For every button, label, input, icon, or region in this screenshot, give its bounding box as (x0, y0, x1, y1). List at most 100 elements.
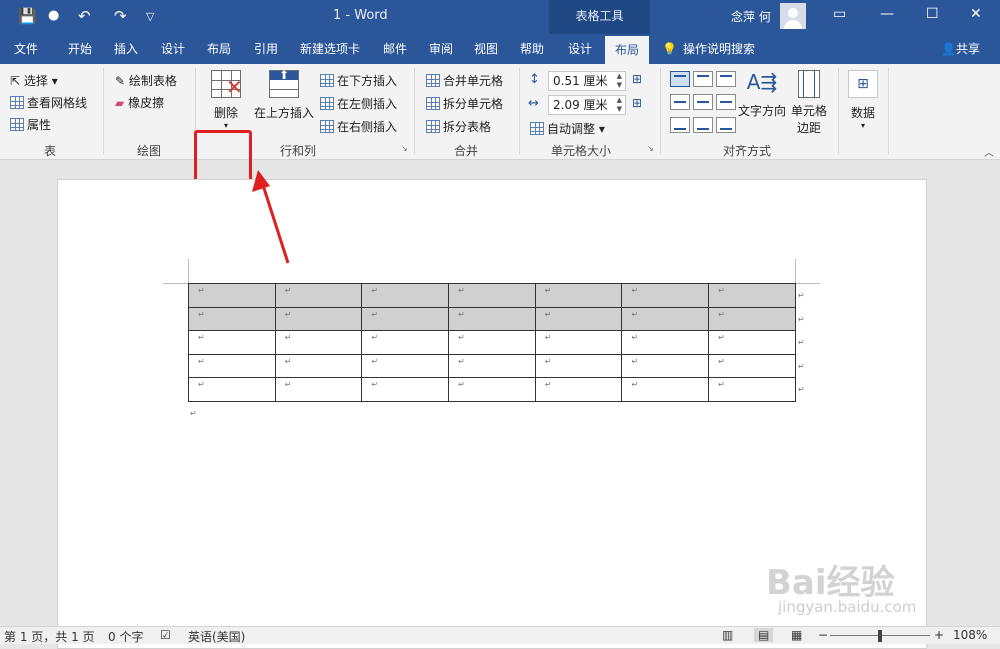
spinner-arrows-icon[interactable]: ▲ ▼ (617, 96, 622, 114)
tab-mailings[interactable]: 邮件 (374, 34, 416, 64)
align-middle-left-button[interactable] (670, 94, 690, 110)
row-height-input[interactable]: 0.51 厘米 ▲ ▼ (548, 71, 626, 91)
close-icon[interactable]: ✕ (970, 6, 982, 22)
table-cell[interactable]: ↵ (188, 377, 276, 402)
avatar[interactable] (780, 3, 806, 29)
table-cell[interactable]: ↵ (361, 377, 450, 402)
table-cell[interactable]: ↵ (534, 306, 623, 332)
web-layout-icon[interactable]: ▦ (791, 628, 802, 642)
table-cell[interactable]: ↵ (361, 306, 450, 332)
collapse-ribbon-icon[interactable]: ︿ (984, 144, 994, 159)
tab-help[interactable]: 帮助 (511, 34, 553, 64)
tab-home[interactable]: 开始 (60, 34, 100, 64)
table-cell[interactable]: ↵ (621, 377, 710, 402)
table-cell[interactable]: ↵ (708, 377, 796, 402)
tell-me-search[interactable]: 💡 操作说明搜索 (662, 34, 755, 64)
align-bottom-right-button[interactable] (716, 117, 736, 133)
table-cell[interactable]: ↵ (448, 283, 536, 308)
tab-references[interactable]: 引用 (245, 34, 287, 64)
table-cell[interactable]: ↵ (708, 330, 796, 355)
document-table[interactable]: ↵ ↵ ↵ ↵ ↵ ↵ ↵ ↵ ↵ ↵ ↵ ↵ ↵ ↵ ↵ ↵ ↵ ↵ ↵ ↵ ↵ ↵ ↵ ↵ ↵ ↵ ↵ ↵ ↵ ↵ ↵ ↵ ↵ ↵ ↵ (188, 283, 796, 402)
zoom-out-button[interactable]: − (818, 628, 828, 642)
tab-table-design[interactable]: 设计 (558, 34, 602, 64)
tab-layout[interactable]: 布局 (198, 34, 240, 64)
table-cell[interactable]: ↵ (274, 377, 363, 402)
table-cell[interactable]: ↵ (188, 306, 276, 332)
table-cell[interactable]: ↵ (534, 283, 623, 308)
minimize-icon[interactable]: — (880, 6, 894, 22)
table-cell[interactable]: ↵ (274, 353, 363, 379)
merge-cells-button[interactable]: 合并单元格 (426, 72, 503, 89)
align-bottom-center-button[interactable] (693, 117, 713, 133)
table-cell[interactable]: ↵ (448, 330, 536, 355)
undo-icon[interactable]: ↶ (78, 7, 91, 25)
text-direction-button[interactable]: A⇶ 文字方向 (738, 70, 786, 119)
align-top-center-button[interactable] (693, 71, 713, 87)
table-cell[interactable]: ↵ (448, 377, 536, 402)
word-count[interactable]: 0 个字 (108, 628, 143, 645)
autosave-icon[interactable]: ● (48, 8, 59, 23)
table-cell[interactable]: ↵ (708, 283, 796, 308)
view-gridlines-button[interactable]: 查看网格线 (10, 94, 87, 111)
table-cell[interactable]: ↵ (188, 330, 276, 355)
autofit-button[interactable]: 自动调整 ▾ (530, 120, 605, 137)
redo-icon[interactable]: ↷ (114, 7, 127, 25)
column-width-input[interactable]: 2.09 厘米 ▲ ▼ (548, 95, 626, 115)
user-name[interactable]: 念萍 何 (731, 8, 771, 25)
read-mode-icon[interactable]: ▥ (722, 628, 733, 642)
draw-table-button[interactable]: ✎ 绘制表格 (115, 72, 177, 89)
customize-toolbar-icon[interactable]: ▽ (146, 10, 154, 23)
align-middle-right-button[interactable] (716, 94, 736, 110)
insert-left-button[interactable]: 在左侧插入 (320, 95, 397, 112)
table-cell[interactable]: ↵ (708, 306, 796, 332)
tab-view[interactable]: 视图 (465, 34, 507, 64)
table-cell[interactable]: ↵ (621, 330, 710, 355)
table-cell[interactable]: ↵ (361, 283, 450, 308)
proofing-icon[interactable]: ☑ (160, 628, 171, 642)
align-top-right-button[interactable] (716, 71, 736, 87)
zoom-level[interactable]: 108% (953, 628, 987, 642)
properties-button[interactable]: 属性 (10, 116, 51, 133)
table-cell[interactable]: ↵ (621, 306, 710, 332)
align-top-left-button[interactable] (670, 71, 690, 87)
table-cell[interactable]: ↵ (534, 353, 623, 379)
insert-above-button[interactable]: ⬆ 在上方插入 (253, 68, 315, 121)
table-cell[interactable]: ↵ (534, 377, 623, 402)
table-cell[interactable]: ↵ (621, 353, 710, 379)
eraser-button[interactable]: ▰ 橡皮擦 (115, 94, 164, 111)
delete-button[interactable]: ✕ 删除 ▾ (204, 70, 248, 130)
data-button[interactable]: ⊞ 数据 ▾ (845, 70, 881, 130)
table-cell[interactable]: ↵ (274, 306, 363, 332)
print-layout-icon[interactable]: ▤ (754, 628, 774, 642)
maximize-icon[interactable]: ☐ (926, 6, 939, 22)
table-row[interactable]: ↵ ↵ ↵ ↵ ↵ ↵ ↵ (188, 377, 796, 402)
table-cell[interactable]: ↵ (708, 353, 796, 379)
table-row[interactable]: ↵ ↵ ↵ ↵ ↵ ↵ ↵ (188, 283, 796, 308)
table-cell[interactable]: ↵ (361, 353, 450, 379)
tab-table-layout[interactable]: 布局 (605, 36, 649, 64)
tab-review[interactable]: 审阅 (420, 34, 462, 64)
tab-file[interactable]: 文件 (4, 34, 48, 64)
table-cell[interactable]: ↵ (188, 283, 276, 308)
table-cell[interactable]: ↵ (361, 330, 450, 355)
tab-design[interactable]: 设计 (152, 34, 194, 64)
split-table-button[interactable]: 拆分表格 (426, 118, 491, 135)
page-count[interactable]: 第 1 页，共 1 页 (4, 628, 95, 645)
language-indicator[interactable]: 英语(美国) (188, 628, 245, 645)
dialog-launcher-icon[interactable]: ↘ (647, 144, 654, 153)
table-row[interactable]: ↵ ↵ ↵ ↵ ↵ ↵ ↵ (188, 353, 796, 379)
share-button[interactable]: 👤共享 (941, 34, 980, 64)
cell-margins-button[interactable]: 单元格 边距 (788, 70, 830, 136)
table-cell[interactable]: ↵ (448, 306, 536, 332)
align-bottom-left-button[interactable] (670, 117, 690, 133)
table-cell[interactable]: ↵ (448, 353, 536, 379)
table-cell[interactable]: ↵ (274, 283, 363, 308)
select-button[interactable]: ⇱ 选择 ▾ (10, 72, 58, 89)
table-cell[interactable]: ↵ (534, 330, 623, 355)
table-cell[interactable]: ↵ (188, 353, 276, 379)
table-cell[interactable]: ↵ (621, 283, 710, 308)
distribute-columns-icon[interactable]: ⊞ (632, 96, 642, 110)
table-cell[interactable]: ↵ (274, 330, 363, 355)
spinner-arrows-icon[interactable]: ▲ ▼ (617, 72, 622, 90)
save-icon[interactable]: 💾 (18, 7, 37, 25)
